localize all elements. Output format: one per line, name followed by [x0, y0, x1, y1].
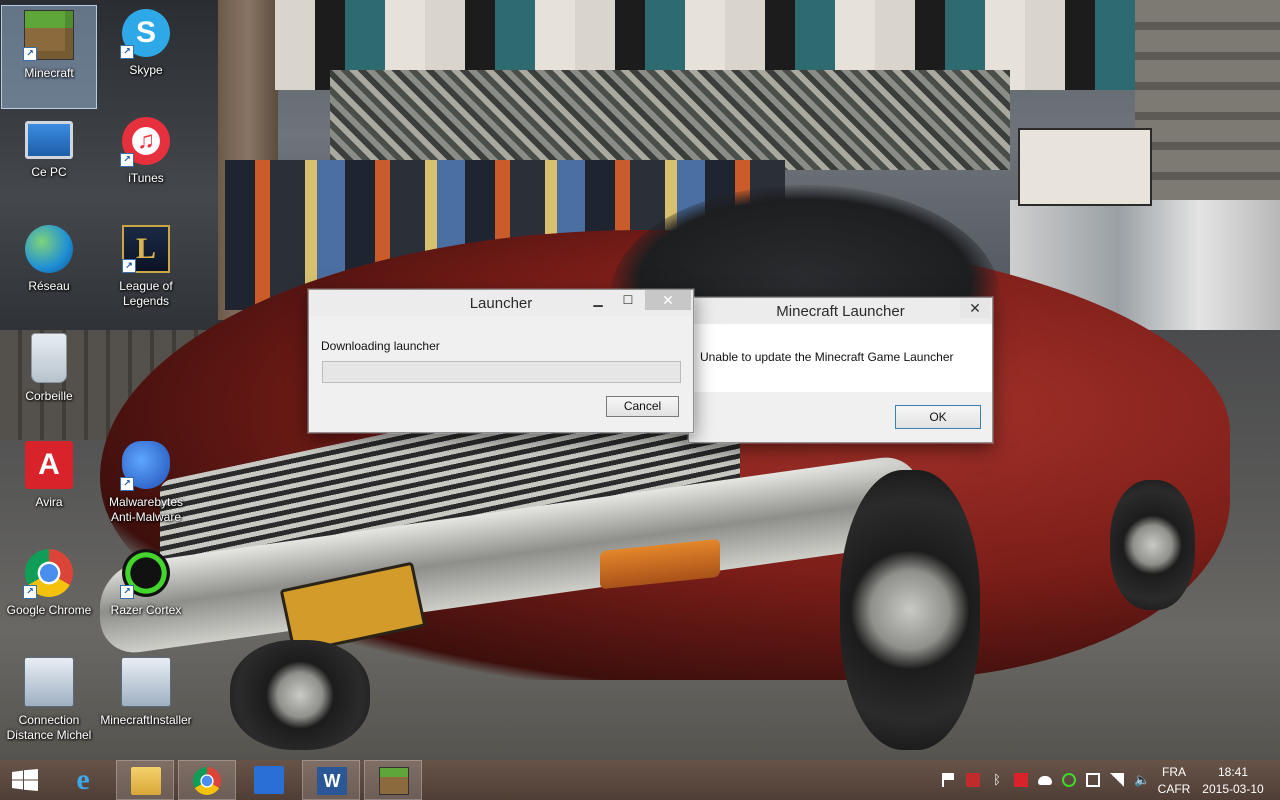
- minecraft-icon: ↗: [23, 10, 74, 61]
- launcher-window[interactable]: Launcher ▁ ☐ ✕ Downloading launcher Canc…: [308, 289, 694, 433]
- network-icon: [25, 225, 73, 273]
- malwarebytes-icon: ↗: [120, 441, 170, 491]
- desktop-icon-label: Réseau: [28, 279, 70, 293]
- desktop-icon-label: iTunes: [128, 171, 164, 185]
- computer-icon: [25, 121, 73, 159]
- desktop-icon-label: Corbeille: [25, 389, 73, 403]
- close-icon[interactable]: ✕: [645, 290, 691, 310]
- error-dialog-title: Minecraft Launcher: [776, 303, 905, 320]
- skype-icon: S ↗: [120, 9, 170, 59]
- windows-logo-icon: [12, 769, 38, 791]
- error-dialog-titlebar[interactable]: Minecraft Launcher ✕: [689, 298, 992, 324]
- desktop-icon-minecraft[interactable]: ↗ Minecraft: [1, 5, 97, 109]
- desktop-icon-reseau[interactable]: Réseau: [1, 221, 97, 325]
- wallpaper-wheel-rear: [1110, 480, 1195, 610]
- language-indicator[interactable]: FRA: [1156, 765, 1192, 779]
- word-icon: W: [317, 767, 347, 795]
- desktop-icon-label: Google Chrome: [6, 603, 92, 617]
- clock-date[interactable]: 2015-03-10: [1200, 782, 1266, 796]
- taskbar-minecraft[interactable]: [364, 760, 422, 800]
- taskbar-internet-explorer[interactable]: e: [54, 760, 112, 800]
- bluetooth-icon[interactable]: ᛒ: [990, 773, 1004, 787]
- league-of-legends-icon: L ↗: [122, 225, 170, 273]
- wallpaper-wheel-left: [230, 640, 370, 750]
- battery-icon[interactable]: [1086, 773, 1100, 787]
- volume-icon[interactable]: 🔈: [1134, 773, 1150, 787]
- taskbar-file-explorer[interactable]: [116, 760, 174, 800]
- cloud-icon[interactable]: [1038, 776, 1052, 785]
- action-center-flag-icon[interactable]: [942, 773, 958, 787]
- desktop-icon-itunes[interactable]: ♫ ↗ iTunes: [98, 113, 194, 217]
- clock-time[interactable]: 18:41: [1200, 765, 1266, 779]
- signal-icon[interactable]: [1110, 773, 1124, 787]
- taskbar-word[interactable]: W: [302, 760, 360, 800]
- desktop-icon-label: Razer Cortex: [110, 603, 182, 617]
- store-app-icon: [254, 766, 284, 794]
- desktop-icon-label: Avira: [35, 495, 63, 509]
- security-warning-icon[interactable]: [966, 773, 980, 787]
- desktop-icon-label: Connection Distance Michel: [6, 713, 92, 742]
- chrome-icon: ↗: [23, 549, 73, 599]
- desktop-icon-label: League of Legends: [119, 279, 173, 308]
- launcher-titlebar[interactable]: Launcher ▁ ☐ ✕: [309, 290, 693, 316]
- close-icon[interactable]: ✕: [960, 298, 990, 318]
- chrome-icon: [193, 767, 221, 795]
- file-explorer-icon: [131, 767, 161, 795]
- desktop-icon-connection-distance[interactable]: Connection Distance Michel: [1, 653, 97, 757]
- desktop-icon-ce-pc[interactable]: Ce PC: [1, 113, 97, 217]
- desktop-icon-avira[interactable]: A Avira: [1, 437, 97, 541]
- maximize-icon[interactable]: ☐: [615, 290, 641, 310]
- error-dialog-footer: OK: [689, 392, 992, 442]
- error-message: Unable to update the Minecraft Game Laun…: [700, 350, 954, 364]
- launcher-body: Downloading launcher Cancel: [309, 316, 693, 432]
- desktop-icon-label: Minecraft: [24, 66, 74, 80]
- start-button[interactable]: [0, 760, 50, 800]
- taskbar-chrome[interactable]: [178, 760, 236, 800]
- itunes-icon: ♫ ↗: [120, 117, 170, 167]
- wallpaper-sign: [1018, 128, 1152, 206]
- desktop-icon-league-of-legends[interactable]: L ↗ League of Legends: [98, 221, 194, 325]
- desktop[interactable]: ↗ Minecraft S ↗ Skype Ce PC ♫ ↗ iTunes Rés…: [0, 0, 1280, 760]
- remote-desktop-icon: [24, 657, 74, 707]
- desktop-icon-razer-cortex[interactable]: ↗ Razer Cortex: [98, 545, 194, 649]
- wallpaper-wheel-front: [840, 470, 980, 750]
- desktop-icon-malwarebytes[interactable]: ↗ Malwarebytes Anti-Malware: [98, 437, 194, 541]
- desktop-icon-label: Skype: [129, 63, 163, 77]
- installer-icon: [121, 657, 171, 707]
- taskbar: e W ᛒ 🔈 FRA CAFR 18:41 2015-03-10: [0, 760, 1280, 800]
- minimize-icon[interactable]: ▁: [585, 290, 611, 310]
- desktop-icon-minecraft-installer[interactable]: MinecraftInstaller: [98, 653, 194, 757]
- error-dialog-body: Unable to update the Minecraft Game Laun…: [689, 324, 992, 392]
- desktop-icon-google-chrome[interactable]: ↗ Google Chrome: [1, 545, 97, 649]
- wallpaper-mosaic: [330, 70, 1010, 170]
- taskbar-store-app[interactable]: [240, 760, 298, 800]
- minecraft-icon: [379, 767, 409, 795]
- download-status-text: Downloading launcher: [321, 339, 440, 353]
- internet-explorer-icon: e: [76, 763, 90, 796]
- desktop-icon-label: MinecraftInstaller: [100, 713, 192, 727]
- avira-icon: A: [25, 441, 73, 489]
- avira-tray-icon[interactable]: [1014, 773, 1028, 787]
- ok-button[interactable]: OK: [895, 405, 981, 429]
- desktop-icon-skype[interactable]: S ↗ Skype: [98, 5, 194, 109]
- desktop-icon-label: Malwarebytes Anti-Malware: [108, 495, 184, 524]
- cancel-button[interactable]: Cancel: [606, 396, 679, 417]
- desktop-icon-label: Ce PC: [31, 165, 67, 179]
- desktop-icon-corbeille[interactable]: Corbeille: [1, 329, 97, 433]
- keyboard-indicator[interactable]: CAFR: [1156, 782, 1192, 796]
- download-progress-bar: [322, 361, 681, 383]
- recycle-bin-icon: [31, 333, 67, 383]
- razer-tray-icon[interactable]: [1062, 773, 1076, 787]
- razer-cortex-icon: ↗: [120, 549, 170, 599]
- error-dialog[interactable]: Minecraft Launcher ✕ Unable to update th…: [688, 297, 993, 443]
